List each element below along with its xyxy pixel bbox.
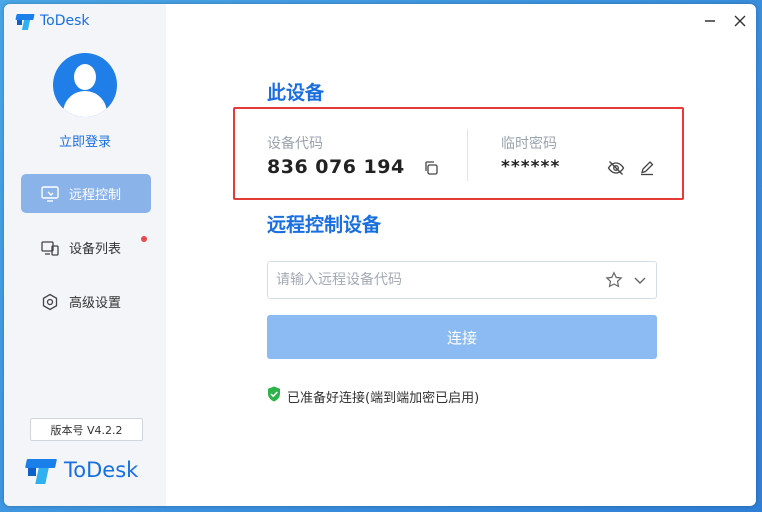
avatar-body-icon (63, 91, 107, 117)
sidebar-item-device-list[interactable]: 设备列表 (21, 228, 151, 267)
avatar-head-icon (74, 64, 96, 90)
app-window: ToDesk 立即登录 远程控制 设备列表 高级设置 版本号 V4.2.2 To… (4, 4, 756, 506)
sidebar-item-advanced-settings[interactable]: 高级设置 (21, 282, 151, 321)
star-icon[interactable] (604, 270, 624, 290)
connection-status: 已准备好连接(端到端加密已启用) (267, 386, 479, 406)
device-code-label: 设备代码 (267, 136, 323, 152)
remote-code-input[interactable] (276, 272, 596, 288)
shield-check-icon (267, 386, 281, 406)
chevron-down-icon[interactable] (630, 270, 650, 290)
avatar[interactable] (53, 53, 117, 117)
version-badge: 版本号 V4.2.2 (30, 418, 143, 441)
this-device-title: 此设备 (267, 82, 325, 104)
remote-control-icon (41, 185, 59, 202)
remote-control-title: 远程控制设备 (267, 214, 382, 236)
temp-password-label: 临时密码 (501, 136, 557, 152)
remote-code-input-box[interactable] (267, 261, 657, 299)
sidebar-item-label: 远程控制 (69, 188, 122, 203)
sidebar-item-label: 高级设置 (69, 296, 122, 311)
app-title: ToDesk (15, 12, 90, 30)
sidebar-item-remote-control[interactable]: 远程控制 (21, 174, 151, 213)
login-link[interactable]: 立即登录 (4, 131, 166, 150)
edit-icon[interactable] (637, 158, 657, 178)
brand-logo: ToDesk (25, 456, 139, 484)
copy-icon[interactable] (421, 158, 441, 178)
close-button[interactable] (732, 12, 748, 30)
sidebar: ToDesk 立即登录 远程控制 设备列表 高级设置 版本号 V4.2.2 To… (4, 4, 166, 506)
temp-password-value: ****** (501, 157, 561, 177)
connect-button[interactable]: 连接 (267, 315, 657, 359)
todesk-logo-icon (15, 12, 35, 30)
brand-text: ToDesk (64, 458, 139, 482)
minimize-button[interactable] (702, 12, 718, 30)
device-list-icon (41, 240, 59, 256)
todesk-logo-icon (25, 456, 57, 484)
hide-password-icon[interactable] (606, 158, 626, 178)
window-controls (702, 12, 748, 30)
app-title-text: ToDesk (40, 13, 90, 29)
card-divider (467, 129, 468, 181)
device-info-card: 设备代码 836 076 194 临时密码 ****** (233, 107, 684, 200)
sidebar-item-label: 设备列表 (69, 242, 122, 257)
connection-status-text: 已准备好连接(端到端加密已启用) (287, 390, 480, 406)
notification-dot (141, 236, 147, 242)
settings-icon (41, 293, 59, 310)
device-code-value: 836 076 194 (267, 156, 405, 178)
